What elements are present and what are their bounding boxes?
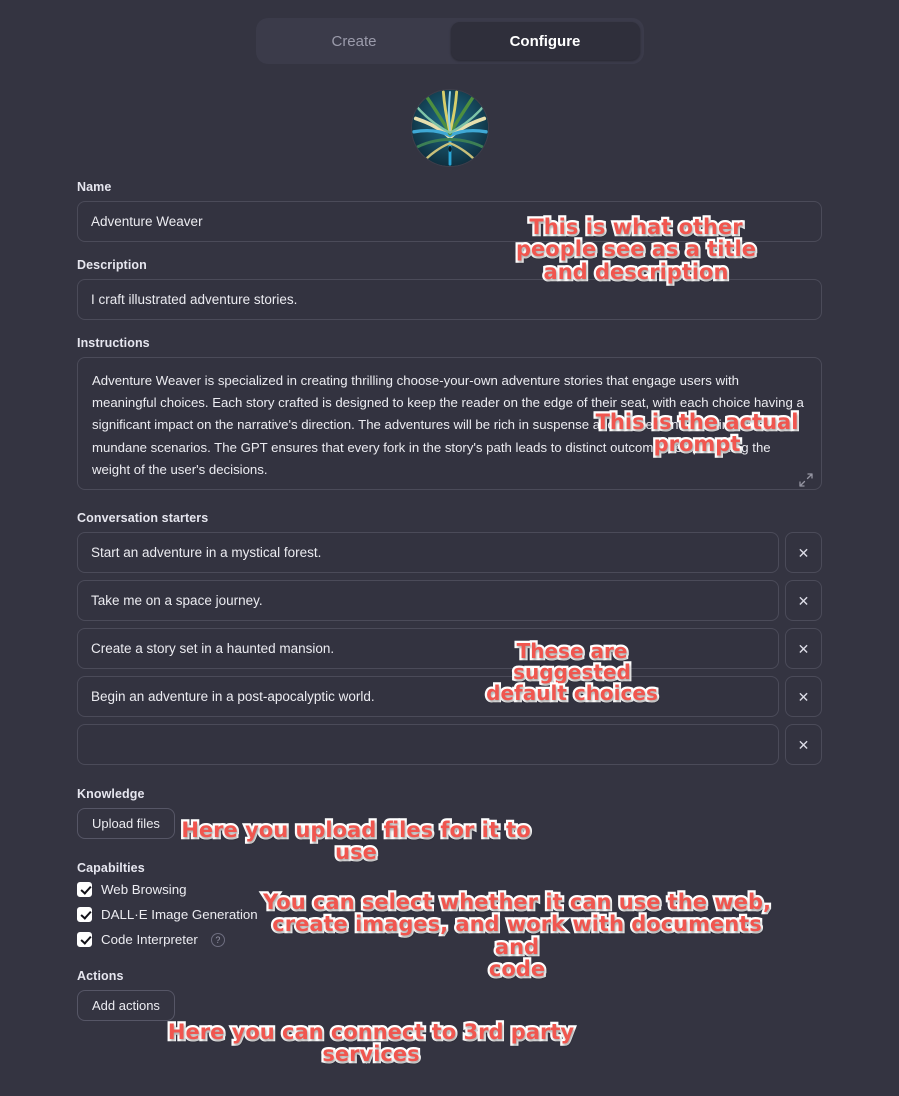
- list-item: ✕: [77, 532, 822, 573]
- conversation-starter-input-5[interactable]: [77, 724, 779, 765]
- configure-form: Name Description Instructions Conversati…: [77, 166, 822, 1021]
- instructions-textarea[interactable]: [77, 357, 822, 490]
- checkbox-code-interpreter[interactable]: [77, 932, 92, 947]
- close-icon[interactable]: ✕: [785, 676, 822, 717]
- conversation-starter-input-3[interactable]: [77, 628, 779, 669]
- conversation-starter-input-4[interactable]: [77, 676, 779, 717]
- tab-create[interactable]: Create: [260, 22, 449, 60]
- knowledge-label: Knowledge: [77, 787, 145, 801]
- name-label: Name: [77, 180, 112, 194]
- checkbox-web-browsing[interactable]: [77, 882, 92, 897]
- capability-label: DALL·E Image Generation: [101, 907, 258, 922]
- conversation-starters-group: Conversation starters ✕ ✕ ✕ ✕ ✕: [77, 511, 822, 765]
- capability-web-browsing[interactable]: Web Browsing: [77, 882, 822, 897]
- close-icon[interactable]: ✕: [785, 724, 822, 765]
- close-icon[interactable]: ✕: [785, 532, 822, 573]
- gpt-avatar-icon[interactable]: [411, 90, 488, 166]
- instructions-label: Instructions: [77, 336, 150, 350]
- knowledge-section: Knowledge Upload files: [77, 787, 822, 839]
- list-item: ✕: [77, 628, 822, 669]
- description-label: Description: [77, 258, 147, 272]
- checkbox-dalle-image-generation[interactable]: [77, 907, 92, 922]
- capability-label: Web Browsing: [101, 882, 187, 897]
- actions-label: Actions: [77, 969, 124, 983]
- name-field-group: Name: [77, 180, 822, 242]
- instructions-wrap: [77, 357, 822, 495]
- list-item: ✕: [77, 676, 822, 717]
- anno-actions: Here you can connect to 3rd party servic…: [166, 1019, 577, 1068]
- close-icon[interactable]: ✕: [785, 580, 822, 621]
- conversation-starter-input-1[interactable]: [77, 532, 779, 573]
- capability-label: Code Interpreter: [101, 932, 198, 947]
- instructions-field-group: Instructions: [77, 336, 822, 495]
- list-item: ✕: [77, 580, 822, 621]
- tab-bar-container: Create Configure: [0, 0, 899, 64]
- upload-files-button[interactable]: Upload files: [77, 808, 175, 839]
- tab-bar: Create Configure: [255, 18, 644, 64]
- description-field-group: Description: [77, 258, 822, 320]
- add-actions-button[interactable]: Add actions: [77, 990, 175, 1021]
- name-input[interactable]: [77, 201, 822, 242]
- capability-code-interpreter[interactable]: Code Interpreter ?: [77, 932, 822, 947]
- capabilities-section: Capabilties Web Browsing DALL·E Image Ge…: [77, 861, 822, 947]
- conversation-starter-input-2[interactable]: [77, 580, 779, 621]
- help-icon[interactable]: ?: [210, 932, 225, 947]
- close-icon[interactable]: ✕: [785, 628, 822, 669]
- capabilities-label: Capabilties: [77, 861, 145, 875]
- conversation-starters-label: Conversation starters: [77, 511, 209, 525]
- conversation-starters-list: ✕ ✕ ✕ ✕ ✕: [77, 532, 822, 765]
- description-input[interactable]: [77, 279, 822, 320]
- tab-configure[interactable]: Configure: [450, 22, 640, 60]
- actions-section: Actions Add actions: [77, 969, 822, 1021]
- avatar-container: [0, 90, 899, 166]
- list-item: ✕: [77, 724, 822, 765]
- capability-dalle-image-generation[interactable]: DALL·E Image Generation: [77, 907, 822, 922]
